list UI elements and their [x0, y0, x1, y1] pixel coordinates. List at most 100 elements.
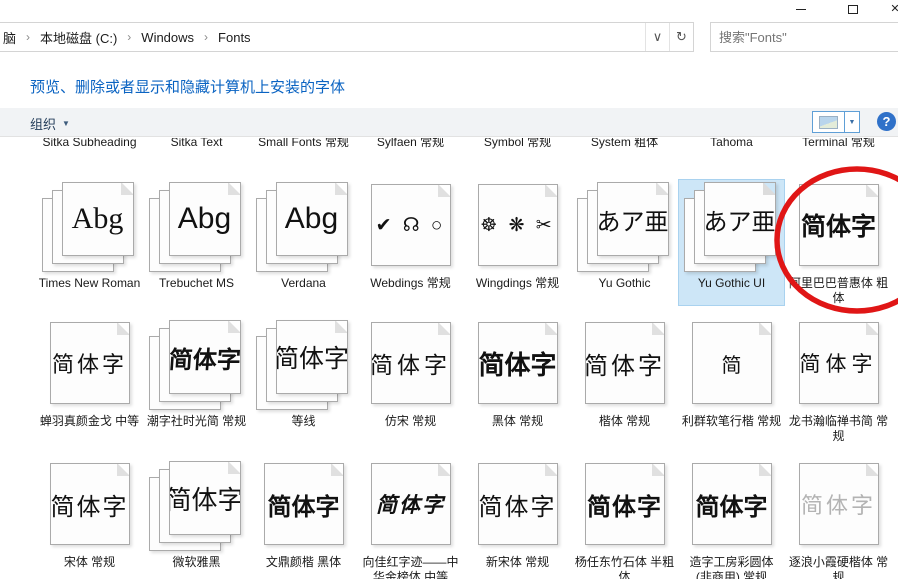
font-name-label: Sylfaen 常规	[357, 138, 464, 165]
font-tile[interactable]: 简体字 逐浪小霞硬楷体 常规	[785, 458, 892, 579]
view-options: ▼	[812, 111, 860, 133]
breadcrumb-computer[interactable]: 脑	[3, 28, 16, 47]
font-name-label: System 粗体	[571, 138, 678, 165]
font-tile[interactable]: ☸ ❋ ✂ Wingdings 常规	[464, 179, 571, 306]
font-name-label: 宋体 常规	[36, 555, 143, 579]
organize-menu-button[interactable]: 组织 ▼	[30, 114, 70, 133]
font-preview-glyphs: 简体字	[52, 347, 127, 379]
breadcrumb: 脑 › 本地磁盘 (C:) › Windows › Fonts	[0, 28, 645, 47]
command-toolbar: 组织 ▼ ▼ ?	[0, 108, 898, 137]
font-preview-glyphs: 简体字	[800, 348, 878, 378]
font-tile[interactable]: Symbol 常规	[464, 138, 571, 163]
font-file-icon: Abg	[42, 182, 138, 272]
font-name-label: Times New Roman	[36, 276, 143, 306]
font-name-label: 造字工房彩圆体 (非商用) 常规	[678, 555, 785, 579]
close-button[interactable]: ✕	[886, 2, 898, 16]
minimize-button[interactable]	[792, 2, 810, 16]
font-file-icon: ✔ ☊ ○	[363, 182, 459, 272]
font-tile[interactable]: 简体字 造字工房彩圆体 (非商用) 常规	[678, 458, 785, 579]
font-tile[interactable]: 简体字 潮字社时光简 常规	[143, 317, 250, 444]
font-file-icon: Abg	[149, 182, 245, 272]
font-tile[interactable]: 简体字 杨任东竹石体 半粗体	[571, 458, 678, 579]
breadcrumb-local-disk-c[interactable]: 本地磁盘 (C:)	[40, 28, 117, 47]
font-preview-glyphs: 简体字	[585, 346, 665, 381]
font-list[interactable]: Sitka SubheadingSitka TextSmall Fonts 常规…	[0, 138, 898, 579]
caret-down-icon: ▼	[849, 119, 856, 126]
font-tile[interactable]: 简体字 蝉羽真颜金戈 中等	[36, 317, 143, 444]
font-name-label: 杨任东竹石体 半粗体	[571, 555, 678, 579]
font-tile[interactable]: 简体字 龙书瀚临禅书简 常规	[785, 317, 892, 444]
font-preview-glyphs: 简体字	[801, 488, 876, 520]
font-tile[interactable]: Tahoma	[678, 138, 785, 163]
address-bar[interactable]: 脑 › 本地磁盘 (C:) › Windows › Fonts ∨ ↻	[0, 22, 694, 52]
font-name-label: Yu Gothic	[571, 276, 678, 306]
font-preview-glyphs: 简体字	[268, 487, 340, 522]
view-dropdown-button[interactable]: ▼	[845, 111, 860, 133]
font-row: Abg Times New Roman Abg Trebuchet MS Abg…	[0, 179, 898, 306]
font-file-icon: Abg	[256, 182, 352, 272]
font-tile[interactable]: 简体字 仿宋 常规	[357, 317, 464, 444]
font-tile[interactable]: 简体字 文鼎颜楷 黑体	[250, 458, 357, 579]
font-name-label: 向佳红字迹——中华金榜体 中等	[357, 555, 464, 579]
font-file-icon: 简体字	[791, 320, 887, 410]
font-tile[interactable]: 简体字 等线	[250, 317, 357, 444]
font-row: 简体字 蝉羽真颜金戈 中等 简体字 潮字社时光简 常规 简体字 等线 简体字 仿…	[0, 317, 898, 444]
font-file-icon: 简体字	[470, 461, 566, 551]
font-preview-glyphs: 简体字	[169, 480, 241, 517]
fonts-task-link[interactable]: 预览、删除或者显示和隐藏计算机上安装的字体	[30, 76, 345, 97]
font-preview-glyphs: あア亜	[597, 202, 669, 237]
font-tile[interactable]: Abg Times New Roman	[36, 179, 143, 306]
maximize-button[interactable]	[844, 2, 862, 16]
font-tile[interactable]: Abg Trebuchet MS	[143, 179, 250, 306]
font-tile[interactable]: 简体字 楷体 常规	[571, 317, 678, 444]
font-preview-glyphs: ✔ ☊ ○	[376, 214, 446, 237]
font-tile[interactable]: あア亜 Yu Gothic UI	[678, 179, 785, 306]
font-preview-glyphs: 简体字	[169, 340, 241, 375]
font-name-label: 黑体 常规	[464, 414, 571, 444]
font-name-label: 阿里巴巴普惠体 粗体	[785, 276, 892, 306]
font-tile[interactable]: Abg Verdana	[250, 179, 357, 306]
chevron-down-icon: ∨	[653, 29, 663, 45]
font-preview-glyphs: 简体字	[51, 487, 129, 522]
refresh-icon: ↻	[676, 29, 687, 45]
refresh-button[interactable]: ↻	[669, 23, 693, 51]
font-file-icon: 简体字	[470, 320, 566, 410]
font-file-icon: 简体字	[791, 461, 887, 551]
font-tile[interactable]: あア亜 Yu Gothic	[571, 179, 678, 306]
breadcrumb-fonts[interactable]: Fonts	[218, 30, 251, 45]
font-tile[interactable]: Terminal 常规	[785, 138, 892, 163]
font-file-icon: あア亜	[684, 182, 780, 272]
font-name-label: Wingdings 常规	[464, 276, 571, 306]
search-box[interactable]	[710, 22, 898, 52]
search-input[interactable]	[711, 30, 898, 45]
font-tile[interactable]: 简体字 宋体 常规	[36, 458, 143, 579]
font-tile[interactable]: Sitka Subheading	[36, 138, 143, 163]
font-file-icon: 简体字	[791, 182, 887, 272]
font-tile[interactable]: 简体字 黑体 常规	[464, 317, 571, 444]
font-tile[interactable]: System 粗体	[571, 138, 678, 163]
font-tile[interactable]: 简体字 新宋体 常规	[464, 458, 571, 579]
change-view-button[interactable]	[812, 111, 845, 133]
font-tile[interactable]: ✔ ☊ ○ Webdings 常规	[357, 179, 464, 306]
font-preview-glyphs: 简体字	[276, 339, 348, 375]
font-tile[interactable]: 简 利群软笔行楷 常规	[678, 317, 785, 444]
address-dropdown-button[interactable]: ∨	[645, 23, 669, 51]
font-file-icon: 简体字	[256, 461, 352, 551]
font-name-label: Sitka Text	[143, 138, 250, 165]
breadcrumb-windows[interactable]: Windows	[141, 30, 194, 45]
help-button[interactable]: ?	[877, 112, 896, 131]
font-file-icon: 简体字	[256, 320, 352, 410]
font-tile[interactable]: Sylfaen 常规	[357, 138, 464, 163]
font-name-label: Tahoma	[678, 138, 785, 165]
font-tile[interactable]: 简体字 向佳红字迹——中华金榜体 中等	[357, 458, 464, 579]
font-file-icon: あア亜	[577, 182, 673, 272]
font-preview-glyphs: Abg	[72, 202, 124, 236]
font-name-label: Yu Gothic UI	[678, 276, 785, 306]
font-tile[interactable]: 简体字 阿里巴巴普惠体 粗体	[785, 179, 892, 306]
font-preview-glyphs: 简体字	[376, 489, 445, 519]
font-tile[interactable]: Small Fonts 常规	[250, 138, 357, 163]
minimize-icon	[796, 9, 806, 10]
font-tile[interactable]: 简体字 微软雅黑	[143, 458, 250, 579]
font-tile[interactable]: Sitka Text	[143, 138, 250, 163]
font-file-icon: 简体字	[42, 461, 138, 551]
